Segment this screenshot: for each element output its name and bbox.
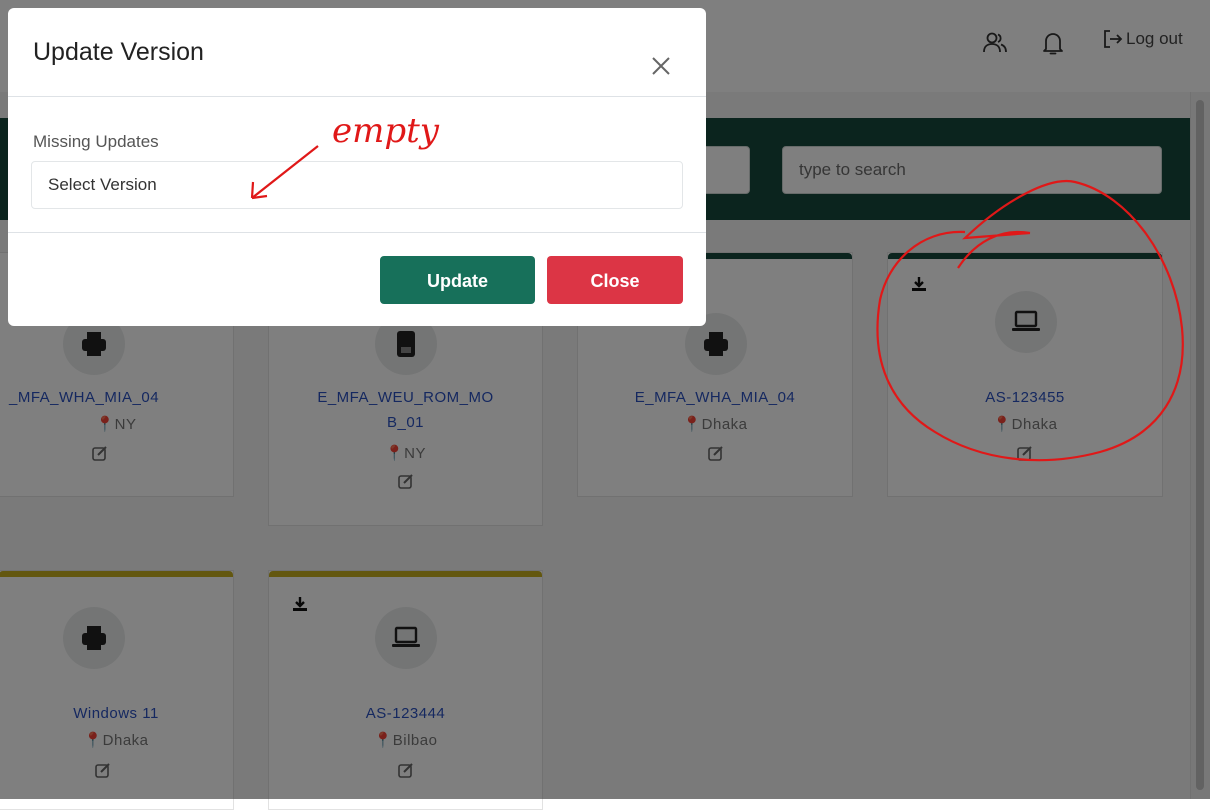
update-button[interactable]: Update: [380, 256, 535, 304]
missing-updates-label: Missing Updates: [33, 132, 159, 151]
version-select[interactable]: Select Version: [31, 161, 683, 209]
close-icon[interactable]: [648, 53, 674, 79]
modal-footer-divider: [8, 232, 706, 233]
device-dashboard: Log out type to search _MFA_WHA_MIA_04 📍…: [0, 0, 1210, 810]
modal-header-divider: [8, 96, 706, 97]
modal-title: Update Version: [33, 38, 204, 66]
close-button[interactable]: Close: [547, 256, 683, 304]
update-version-modal: Update Version Missing Updates Select Ve…: [8, 8, 706, 326]
